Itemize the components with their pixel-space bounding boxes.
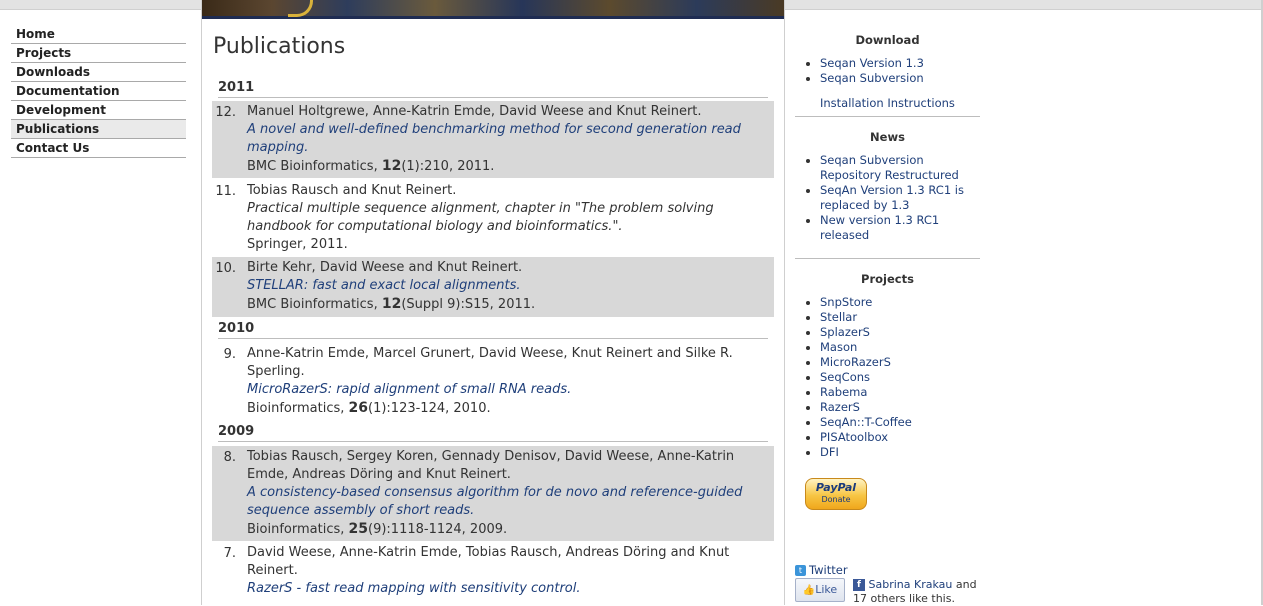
list-item: Seqan Subversion [795,71,980,86]
installation-instructions-link[interactable]: Installation Instructions [820,96,955,111]
download-link-subversion[interactable]: Seqan Subversion [820,71,924,85]
year-heading-2011: 2011 [218,80,768,98]
publication-number: 12. [215,105,236,120]
project-link-microrazers[interactable]: MicroRazerS [820,355,891,369]
twitter-icon: t [795,565,806,576]
facebook-icon: f [853,579,865,591]
list-item: SeqCons [795,370,980,385]
publication-item: 10. Birte Kehr, David Weese and Knut Rei… [212,257,774,317]
publication-number: 11. [215,184,236,199]
list-item: DFI [795,445,980,460]
project-link-pisatoolbox[interactable]: PISAtoolbox [820,430,888,444]
publication-title-link[interactable]: MicroRazerS: rapid alignment of small RN… [247,381,766,399]
list-item: MicroRazerS [795,355,980,370]
projects-list: SnpStore Stellar SplazerS Mason MicroRaz… [795,295,980,460]
news-link[interactable]: New version 1.3 RC1 released [820,213,939,242]
nav-publications[interactable]: Publications [11,120,186,139]
project-link-tcoffee[interactable]: SeqAn::T-Coffee [820,415,912,429]
list-item: RazerS [795,400,980,415]
list-item: PISAtoolbox [795,430,980,445]
publication-number: 10. [215,261,236,276]
year-heading-2010: 2010 [218,321,768,339]
nav-downloads[interactable]: Downloads [11,63,186,82]
download-link-seqan-1-3[interactable]: Seqan Version 1.3 [820,56,924,70]
left-nav: Home Projects Downloads Documentation De… [11,25,186,158]
twitter-link[interactable]: Twitter [809,563,848,577]
publication-item: 7. David Weese, Anne-Katrin Emde, Tobias… [212,542,774,605]
thumbs-up-icon: 👍 [802,585,816,596]
publication-venue: Bioinformatics, 25(9):1118-1124, 2009. [247,521,508,537]
facebook-like-button[interactable]: 👍Like [795,578,845,602]
list-item: SeqAn Version 1.3 RC1 is replaced by 1.3 [795,183,980,213]
nav-projects[interactable]: Projects [11,44,186,63]
download-list: Seqan Version 1.3 Seqan Subversion [795,56,980,86]
list-item: Rabema [795,385,980,400]
project-link-stellar[interactable]: Stellar [820,310,857,324]
publication-authors: Tobias Rausch, Sergey Koren, Gennady Den… [247,449,735,482]
publication-title-link[interactable]: STELLAR: fast and exact local alignments… [247,277,766,295]
publication-venue: Springer, 2011. [247,237,348,252]
publication-title-link[interactable]: A consistency-based consensus algorithm … [247,484,766,520]
list-item: Stellar [795,310,980,325]
publication-item: 9. Anne-Katrin Emde, Marcel Grunert, Dav… [212,343,774,419]
publication-number: 9. [223,347,236,362]
publication-number: 7. [223,546,236,561]
list-item: SplazerS [795,325,980,340]
like-person-link[interactable]: Sabrina Krakau [869,578,953,591]
publication-venue: BMC Bioinformatics, 12(Suppl 9):S15, 201… [247,296,536,312]
news-heading: News [870,130,905,144]
project-link-rabema[interactable]: Rabema [820,385,867,399]
publication-authors: Anne-Katrin Emde, Marcel Grunert, David … [247,346,733,379]
year-heading-2009: 2009 [218,424,768,442]
list-item: Mason [795,340,980,355]
publication-title: Practical multiple sequence alignment, c… [247,201,714,234]
like-label: Like [815,583,838,596]
publication-number: 8. [223,450,236,465]
publication-venue: BMC Bioinformatics, 12(1):210, 2011. [247,158,495,174]
publication-item: 12. Manuel Holtgrewe, Anne-Katrin Emde, … [212,101,774,178]
news-link[interactable]: SeqAn Version 1.3 RC1 is replaced by 1.3 [820,183,964,212]
publication-authors: Manuel Holtgrewe, Anne-Katrin Emde, Davi… [247,104,702,119]
nav-contact-us[interactable]: Contact Us [11,139,186,158]
project-link-dfi[interactable]: DFI [820,445,839,459]
projects-heading: Projects [861,272,914,286]
divider [795,258,980,259]
list-item: New version 1.3 RC1 released [795,213,980,243]
download-heading: Download [855,33,920,47]
project-link-splazers[interactable]: SplazerS [820,325,870,339]
list-item: SeqAn::T-Coffee [795,415,980,430]
publication-authors: David Weese, Anne-Katrin Emde, Tobias Ra… [247,545,730,578]
twitter-link-wrapper: t Twitter [795,563,848,577]
nav-development[interactable]: Development [11,101,186,120]
news-link[interactable]: Seqan Subversion Repository Restructured [820,153,959,182]
project-link-razers[interactable]: RazerS [820,400,860,414]
publication-item: 8. Tobias Rausch, Sergey Koren, Gennady … [212,446,774,541]
nav-documentation[interactable]: Documentation [11,82,186,101]
publication-item: 11. Tobias Rausch and Knut Reinert. Prac… [212,180,774,256]
divider [795,116,980,117]
publication-title-link[interactable]: A novel and well-defined benchmarking me… [247,121,766,157]
paypal-logo: PayPal [815,481,857,494]
donate-label: Donate [821,495,851,504]
publication-authors: Tobias Rausch and Knut Reinert. [247,183,457,198]
project-link-mason[interactable]: Mason [820,340,857,354]
publication-authors: Birte Kehr, David Weese and Knut Reinert… [247,260,523,275]
project-link-seqcons[interactable]: SeqCons [820,370,870,384]
list-item: Seqan Version 1.3 [795,56,980,71]
like-summary: f Sabrina Krakau and 17 others like this… [853,578,983,606]
project-link-snpstore[interactable]: SnpStore [820,295,872,309]
list-item: Seqan Subversion Repository Restructured [795,153,980,183]
paypal-donate-button[interactable]: PayPal Donate [805,478,867,510]
news-list: Seqan Subversion Repository Restructured… [795,153,980,243]
list-item: SnpStore [795,295,980,310]
publication-venue: Bioinformatics, 26(1):123-124, 2010. [247,400,491,416]
publication-title-link[interactable]: RazerS - fast read mapping with sensitiv… [247,580,766,598]
main-content: Publications 2011 12. Manuel Holtgrewe, … [201,0,785,605]
nav-home[interactable]: Home [11,25,186,44]
page-title: Publications [213,34,346,59]
